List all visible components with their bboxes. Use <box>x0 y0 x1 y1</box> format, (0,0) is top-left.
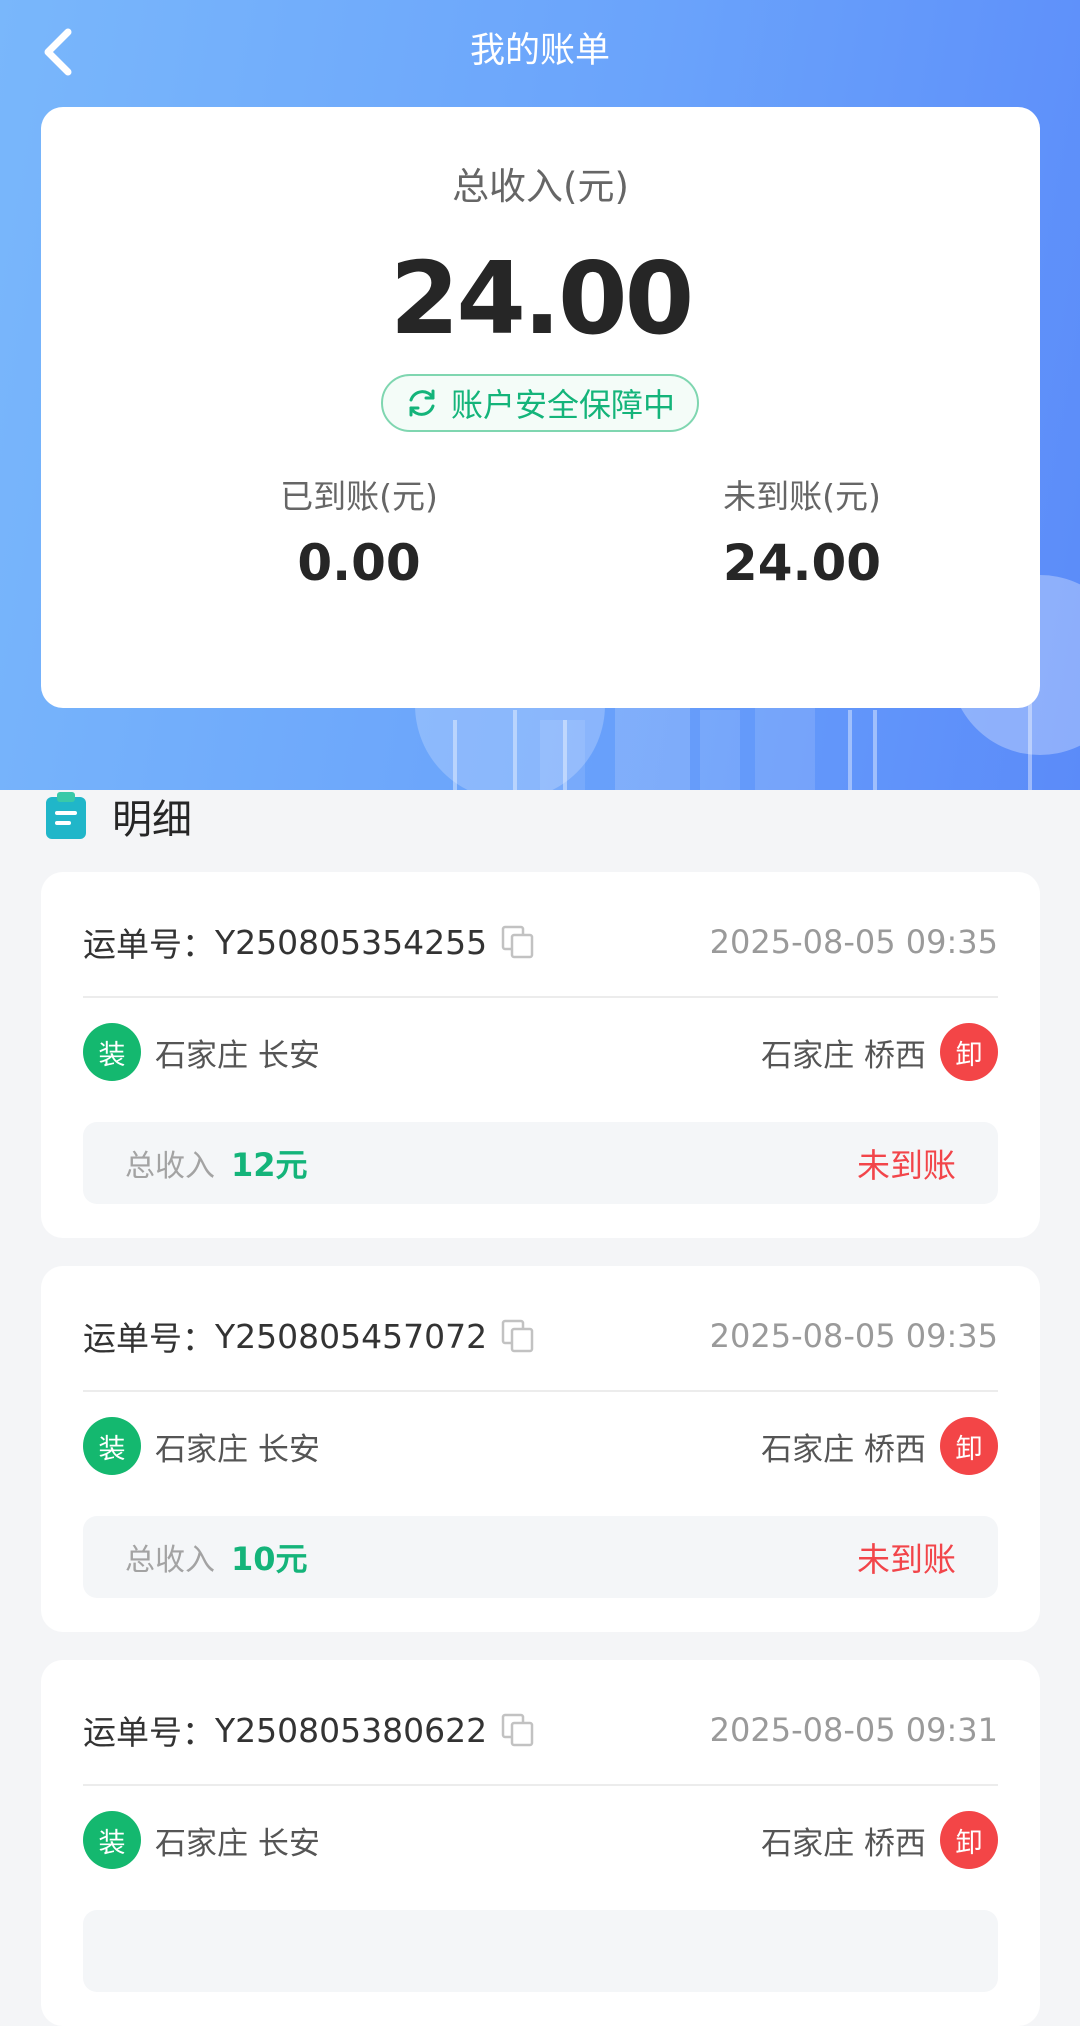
route-row: 装 石家庄 长安 石家庄 桥西 卸 <box>83 1810 998 1870</box>
total-income-amount: 24.00 <box>389 240 694 357</box>
income-bar: 总收入 12元 未到账 <box>83 1122 998 1204</box>
destination-location: 石家庄 桥西 <box>761 1037 926 1074</box>
waybill-label: 运单号： <box>83 1319 215 1358</box>
route-row: 装 石家庄 长安 石家庄 桥西 卸 <box>83 1416 998 1476</box>
divider <box>83 1390 998 1392</box>
received-label: 已到账(元) <box>280 477 438 516</box>
waybill-number: Y250805457072 <box>215 1316 488 1356</box>
unload-tag: 卸 <box>940 1811 998 1869</box>
income-amount: 10元 <box>231 1540 308 1578</box>
security-text: 账户安全保障中 <box>450 386 675 424</box>
nav-bar: 我的账单 <box>0 0 1080 104</box>
payment-status: 未到账 <box>857 1146 956 1185</box>
divider <box>83 1784 998 1786</box>
waybill-label: 运单号： <box>83 925 215 964</box>
copy-icon[interactable] <box>501 1319 535 1353</box>
load-tag: 装 <box>83 1417 141 1475</box>
waybill-label: 运单号： <box>83 1713 215 1752</box>
income-label: 总收入 <box>125 1543 215 1578</box>
waybill-time: 2025-08-05 09:35 <box>709 1317 998 1355</box>
payment-status: 未到账 <box>857 1540 956 1579</box>
refresh-icon <box>409 389 435 417</box>
waybill-card[interactable]: 运单号： Y250805380622 2025-08-05 09:31 装 石家… <box>41 1660 1040 2026</box>
origin-location: 石家庄 长安 <box>155 1825 320 1862</box>
waybill-card[interactable]: 运单号： Y250805354255 2025-08-05 09:35 装 石家… <box>41 872 1040 1238</box>
security-badge: 账户安全保障中 <box>381 374 699 432</box>
pending-column: 未到账(元) 24.00 <box>602 475 1002 593</box>
income-summary-card: 总收入(元) 24.00 账户安全保障中 已到账(元) 0.00 未到账(元) … <box>41 107 1040 708</box>
unload-tag: 卸 <box>940 1417 998 1475</box>
income-amount: 12元 <box>231 1146 308 1184</box>
origin-location: 石家庄 长安 <box>155 1037 320 1074</box>
pending-amount: 24.00 <box>722 534 882 592</box>
section-title: 明细 <box>112 797 192 843</box>
unload-tag: 卸 <box>940 1023 998 1081</box>
clipboard-icon <box>46 792 86 839</box>
income-bar: 总收入 10元 未到账 <box>83 1516 998 1598</box>
received-column: 已到账(元) 0.00 <box>159 475 559 593</box>
received-amount: 0.00 <box>297 534 421 592</box>
waybill-time: 2025-08-05 09:35 <box>709 923 998 961</box>
divider <box>83 996 998 998</box>
origin-location: 石家庄 长安 <box>155 1431 320 1468</box>
destination-location: 石家庄 桥西 <box>761 1431 926 1468</box>
route-row: 装 石家庄 长安 石家庄 桥西 卸 <box>83 1022 998 1082</box>
copy-icon[interactable] <box>501 925 535 959</box>
waybill-number: Y250805354255 <box>215 922 488 962</box>
page-title: 我的账单 <box>469 31 610 71</box>
pending-label: 未到账(元) <box>723 477 881 516</box>
load-tag: 装 <box>83 1023 141 1081</box>
waybill-number: Y250805380622 <box>215 1710 488 1750</box>
income-label: 总收入 <box>125 1149 215 1184</box>
total-income-label: 总收入(元) <box>452 165 629 208</box>
destination-location: 石家庄 桥西 <box>761 1825 926 1862</box>
income-bar <box>83 1910 998 1992</box>
waybill-time: 2025-08-05 09:31 <box>709 1711 998 1749</box>
load-tag: 装 <box>83 1811 141 1869</box>
details-section-header: 明细 <box>44 788 192 844</box>
waybill-card[interactable]: 运单号： Y250805457072 2025-08-05 09:35 装 石家… <box>41 1266 1040 1632</box>
copy-icon[interactable] <box>501 1713 535 1747</box>
